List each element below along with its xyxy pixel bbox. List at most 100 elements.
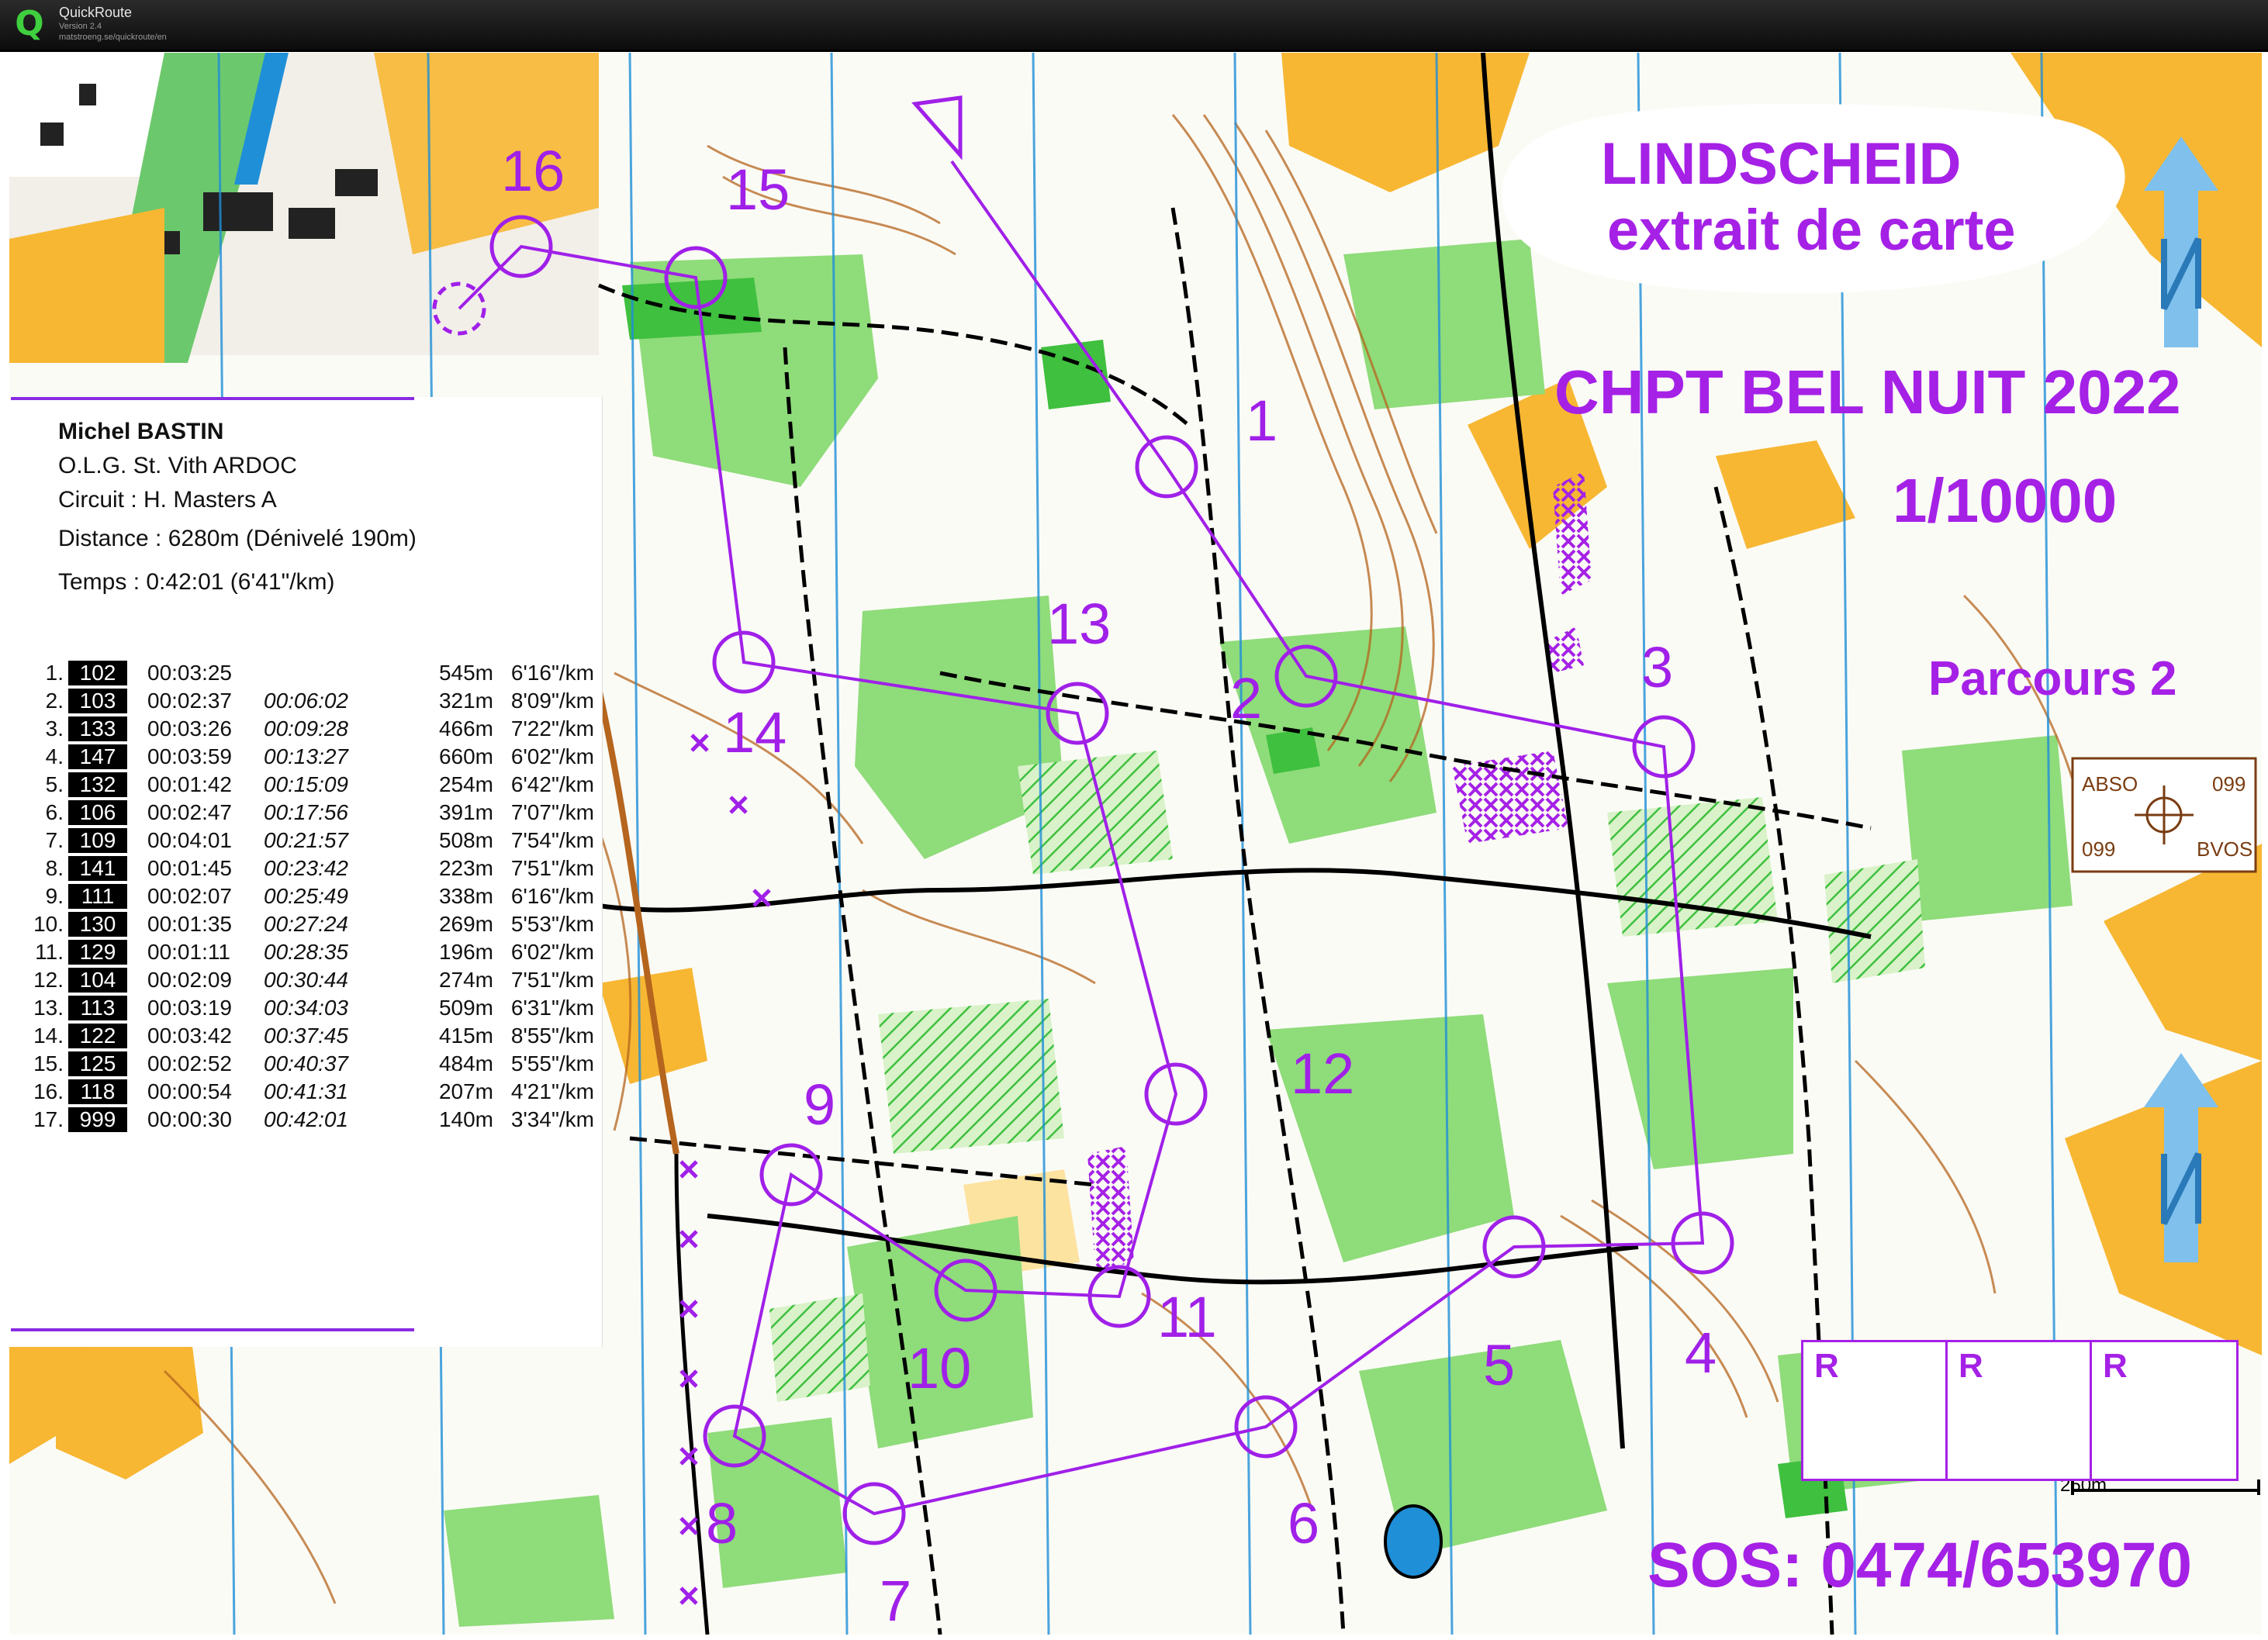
split-index: 16.	[33, 1079, 64, 1103]
split-index: 14.	[33, 1024, 64, 1048]
split-index: 15.	[33, 1051, 64, 1075]
window-titlebar: Q QuickRoute Version 2.4 matstroeng.se/q…	[0, 0, 2268, 52]
split-time: 00:03:19	[147, 996, 232, 1020]
control-code-badge: 118	[68, 1079, 127, 1104]
control-code: 113	[68, 994, 132, 1022]
clue-box-1: R	[1801, 1340, 1950, 1481]
split-distance: 274m	[438, 968, 493, 992]
cumulative-time: 00:09:28	[264, 716, 348, 741]
split-distance: 321m	[438, 689, 493, 713]
runner-info-panel: Michel BASTIN O.L.G. St. Vith ARDOC Circ…	[9, 397, 603, 1347]
split-distance: 466m	[438, 716, 493, 741]
control-code-badge: 109	[68, 828, 127, 853]
split-distance: 140m	[438, 1107, 493, 1131]
split-index: 3.	[45, 716, 64, 741]
split-time: 00:03:59	[147, 744, 232, 768]
cumulative-time: 00:06:02	[264, 689, 348, 713]
app-url: matstroeng.se/quickroute/en	[59, 33, 167, 42]
clue-box-label: R	[2103, 1347, 2128, 1385]
split-distance: 508m	[438, 828, 493, 852]
split-time: 00:03:42	[147, 1024, 232, 1048]
split-index: 5.	[45, 772, 64, 796]
split-time: 00:00:30	[147, 1107, 232, 1131]
control-code: 130	[68, 910, 132, 938]
split-pace: 3'34"/km	[510, 1107, 594, 1131]
control-code: 147	[68, 743, 132, 771]
panel-divider-top	[11, 397, 414, 400]
split-distance: 660m	[438, 744, 493, 768]
table-row: 1. 102 00:03:25 545m 6'16"/km	[23, 659, 594, 687]
course-name: Parcours 2	[1928, 652, 2177, 706]
control-number-11: 11	[1157, 1285, 1217, 1349]
split-index: 8.	[45, 856, 64, 880]
table-row: 6. 106 00:02:47 00:17:56 391m 7'07"/km	[23, 799, 594, 827]
clue-box-2: R	[1945, 1340, 2094, 1481]
cumulative-time: 00:25:49	[264, 884, 348, 908]
control-code-badge: 133	[68, 716, 127, 741]
table-row: 17. 999 00:00:30 00:42:01 140m 3'34"/km	[23, 1106, 594, 1134]
split-time: 00:02:37	[147, 689, 232, 713]
cumulative-time: 00:13:27	[264, 744, 348, 768]
split-distance: 415m	[438, 1024, 493, 1048]
quickroute-q-icon: Q	[15, 4, 44, 43]
orienteering-map[interactable]: LINDSCHEID extrait de carte CHPT BEL NUI…	[9, 53, 2262, 1635]
runner-club: O.L.G. St. Vith ARDOC	[58, 453, 297, 478]
control-code: 111	[68, 882, 132, 910]
control-code-badge: 141	[68, 856, 127, 881]
control-code: 133	[68, 715, 132, 743]
splits-table: 1. 102 00:03:25 545m 6'16"/km 2. 103 00:02:37 00…	[23, 659, 594, 1134]
symbol-box-top-left: ABSO	[2082, 772, 2138, 796]
split-pace: 7'07"/km	[510, 800, 594, 824]
cumulative-time: 00:41:31	[264, 1079, 348, 1103]
split-index: 4.	[45, 744, 64, 768]
cumulative-time: 00:28:35	[264, 940, 348, 964]
split-distance: 391m	[438, 800, 493, 824]
control-code: 999	[68, 1106, 132, 1134]
split-pace: 7'22"/km	[510, 716, 594, 741]
split-distance: 223m	[438, 856, 493, 880]
sos-number: SOS: 0474/653970	[1647, 1530, 2193, 1600]
split-distance: 207m	[438, 1079, 493, 1103]
split-time: 00:01:42	[147, 772, 232, 796]
split-time: 00:00:54	[147, 1079, 232, 1103]
runner-name: Michel BASTIN	[58, 419, 224, 444]
event-name: CHPT BEL NUIT 2022	[1554, 357, 2181, 426]
control-code-badge: 129	[68, 940, 127, 965]
split-distance: 509m	[438, 996, 493, 1020]
runner-distance: Distance : 6280m (Dénivelé 190m)	[58, 526, 417, 551]
control-code: 104	[68, 966, 132, 994]
control-number-2: 2	[1230, 666, 1263, 730]
control-code: 122	[68, 1022, 132, 1050]
split-time: 00:02:07	[147, 884, 232, 908]
control-code: 118	[68, 1078, 132, 1106]
split-distance: 269m	[438, 912, 493, 936]
split-distance: 338m	[438, 884, 493, 908]
map-subtitle: extrait de carte	[1607, 198, 2016, 262]
control-code: 129	[68, 938, 132, 966]
town-area	[9, 53, 599, 363]
split-time: 00:02:47	[147, 800, 232, 824]
table-row: 16. 118 00:00:54 00:41:31 207m 4'21"/km	[23, 1078, 594, 1106]
control-number-16: 16	[501, 139, 565, 203]
table-row: 2. 103 00:02:37 00:06:02 321m 8'09"/km	[23, 687, 594, 715]
control-number-6: 6	[1288, 1491, 1320, 1555]
control-code-badge: 103	[68, 689, 127, 713]
split-pace: 6'16"/km	[510, 661, 594, 685]
cumulative-time: 00:23:42	[264, 856, 348, 880]
split-index: 11.	[35, 940, 64, 964]
split-index: 6.	[45, 800, 64, 824]
symbol-box-bottom-right: BVOS	[2197, 837, 2253, 861]
table-row: 14. 122 00:03:42 00:37:45 415m 8'55"/km	[23, 1022, 594, 1050]
table-row: 13. 113 00:03:19 00:34:03 509m 6'31"/km	[23, 994, 594, 1022]
split-pace: 8'09"/km	[510, 689, 594, 713]
control-number-13: 13	[1047, 592, 1112, 656]
split-pace: 6'42"/km	[510, 772, 594, 796]
panel-divider-bottom	[11, 1328, 414, 1331]
cumulative-time: 00:17:56	[264, 800, 348, 824]
control-code: 141	[68, 855, 132, 882]
runner-circuit: Circuit : H. Masters A	[58, 487, 277, 513]
split-index: 13.	[33, 996, 64, 1020]
table-row: 15. 125 00:02:52 00:40:37 484m 5'55"/km	[23, 1050, 594, 1078]
control-number-15: 15	[726, 157, 790, 222]
split-index: 7.	[45, 828, 64, 852]
